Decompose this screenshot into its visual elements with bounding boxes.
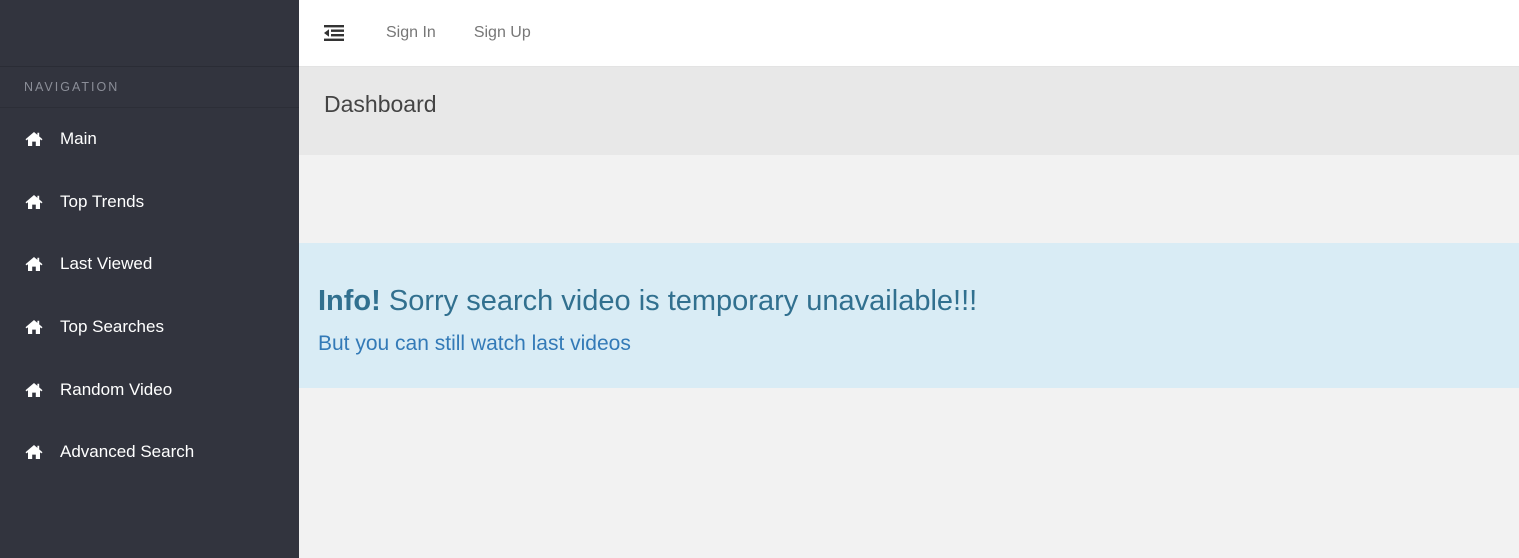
home-icon [25,131,43,147]
sidebar-item-label: Last Viewed [60,254,153,274]
info-alert: Info! Sorry search video is temporary un… [299,243,1519,388]
home-icon [25,382,43,398]
home-icon [25,319,43,335]
page-header: Dashboard [299,67,1519,155]
page-title: Dashboard [324,91,437,117]
sidebar-item-last-viewed[interactable]: Last Viewed [0,233,299,296]
home-icon [25,444,43,460]
sidebar-item-main[interactable]: Main [0,108,299,171]
sidebar: NAVIGATION Main Top Trends Last Viewed T… [0,0,299,558]
sidebar-item-top-trends[interactable]: Top Trends [0,171,299,234]
sidebar-item-label: Random Video [60,379,173,399]
sidebar-brand [0,0,299,67]
alert-subtext: But you can still watch last videos [318,332,631,355]
menu-toggle-icon[interactable] [324,25,344,41]
nav-list: Main Top Trends Last Viewed Top Searches… [0,108,299,484]
alert-text: Sorry search video is temporary unavaila… [380,285,978,317]
sidebar-item-top-searches[interactable]: Top Searches [0,296,299,359]
alert-prefix: Info! [318,285,381,317]
sidebar-item-label: Main [60,129,97,149]
home-icon [25,256,43,272]
sidebar-item-random-video[interactable]: Random Video [0,358,299,421]
sidebar-item-label: Top Trends [60,191,145,211]
home-icon [25,194,43,210]
nav-heading: NAVIGATION [0,67,299,108]
sign-up-link[interactable]: Sign Up [474,24,531,42]
sidebar-item-advanced-search[interactable]: Advanced Search [0,421,299,484]
alert-message: Info! Sorry search video is temporary un… [318,285,977,318]
sidebar-item-label: Top Searches [60,317,164,337]
sidebar-item-label: Advanced Search [60,442,195,462]
sign-in-link[interactable]: Sign In [386,24,436,42]
top-navbar: Sign In Sign Up [299,0,1519,67]
